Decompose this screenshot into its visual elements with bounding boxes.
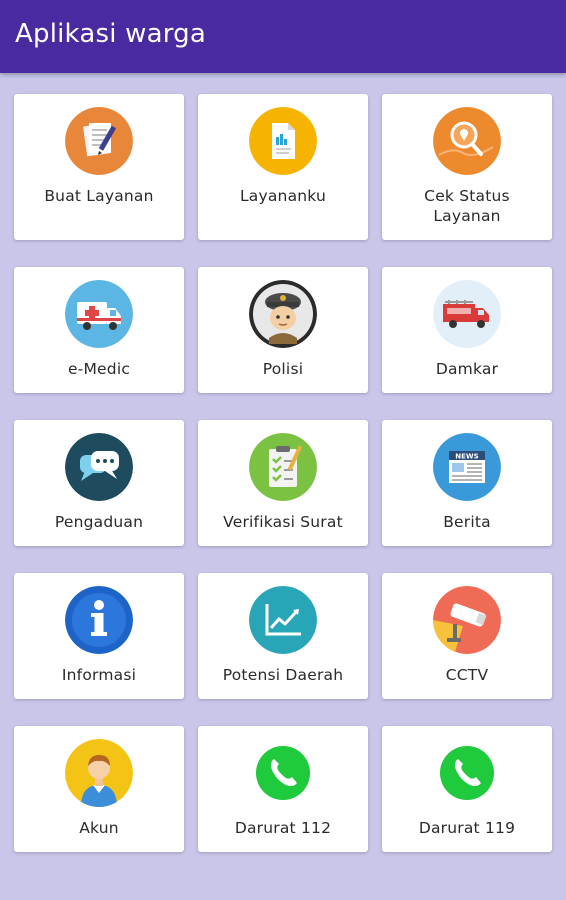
tile-darurat-119[interactable]: Darurat 119 xyxy=(382,726,552,852)
police-icon xyxy=(249,280,317,348)
tile-label: Pengaduan xyxy=(54,513,144,531)
tile-label: Akun xyxy=(79,819,119,837)
file-icon xyxy=(249,107,317,175)
tile-label: CCTV xyxy=(445,666,489,684)
chart-up-icon xyxy=(249,586,317,654)
tile-cek-status-layanan[interactable]: Cek Status Layanan xyxy=(382,94,552,240)
tile-potensi-daerah[interactable]: Potensi Daerah xyxy=(198,573,368,699)
document-pen-icon xyxy=(65,107,133,175)
phone-icon xyxy=(249,739,317,807)
user-avatar-icon xyxy=(65,739,133,807)
info-icon xyxy=(65,586,133,654)
tile-label: Buat Layanan xyxy=(44,187,154,205)
svg-text:NEWS: NEWS xyxy=(455,453,478,461)
tile-label: Damkar xyxy=(435,360,499,378)
tile-label: Darurat 119 xyxy=(418,819,516,837)
tile-label: Polisi xyxy=(262,360,304,378)
tile-polisi[interactable]: Polisi xyxy=(198,267,368,393)
phone-icon xyxy=(433,739,501,807)
tile-label: Darurat 112 xyxy=(234,819,332,837)
tile-buat-layanan[interactable]: Buat Layanan xyxy=(14,94,184,240)
tile-damkar[interactable]: Damkar xyxy=(382,267,552,393)
tile-label: Berita xyxy=(443,513,491,531)
tile-label: Cek Status Layanan xyxy=(424,187,510,225)
map-search-icon xyxy=(433,107,501,175)
app-bar: Aplikasi warga xyxy=(0,0,566,73)
tile-informasi[interactable]: Informasi xyxy=(14,573,184,699)
clipboard-check-icon xyxy=(249,433,317,501)
tile-akun[interactable]: Akun xyxy=(14,726,184,852)
tile-label: Informasi xyxy=(61,666,137,684)
tile-layananku[interactable]: Layananku xyxy=(198,94,368,240)
app-title: Aplikasi warga xyxy=(15,19,206,49)
tile-label: e-Medic xyxy=(67,360,131,378)
ambulance-icon xyxy=(65,280,133,348)
fire-truck-icon xyxy=(433,280,501,348)
chat-icon xyxy=(65,433,133,501)
menu-grid: Buat Layanan Layananku Cek Status Layana… xyxy=(14,94,552,852)
tile-label: Layananku xyxy=(239,187,327,205)
tile-pengaduan[interactable]: Pengaduan xyxy=(14,420,184,546)
tile-label: Verifikasi Surat xyxy=(223,513,343,531)
tile-cctv[interactable]: CCTV xyxy=(382,573,552,699)
tile-verifikasi-surat[interactable]: Verifikasi Surat xyxy=(198,420,368,546)
tile-darurat-112[interactable]: Darurat 112 xyxy=(198,726,368,852)
tile-e-medic[interactable]: e-Medic xyxy=(14,267,184,393)
tile-berita[interactable]: NEWS Berita xyxy=(382,420,552,546)
tile-label: Potensi Daerah xyxy=(222,666,344,684)
cctv-camera-icon xyxy=(433,586,501,654)
newspaper-icon: NEWS xyxy=(433,433,501,501)
